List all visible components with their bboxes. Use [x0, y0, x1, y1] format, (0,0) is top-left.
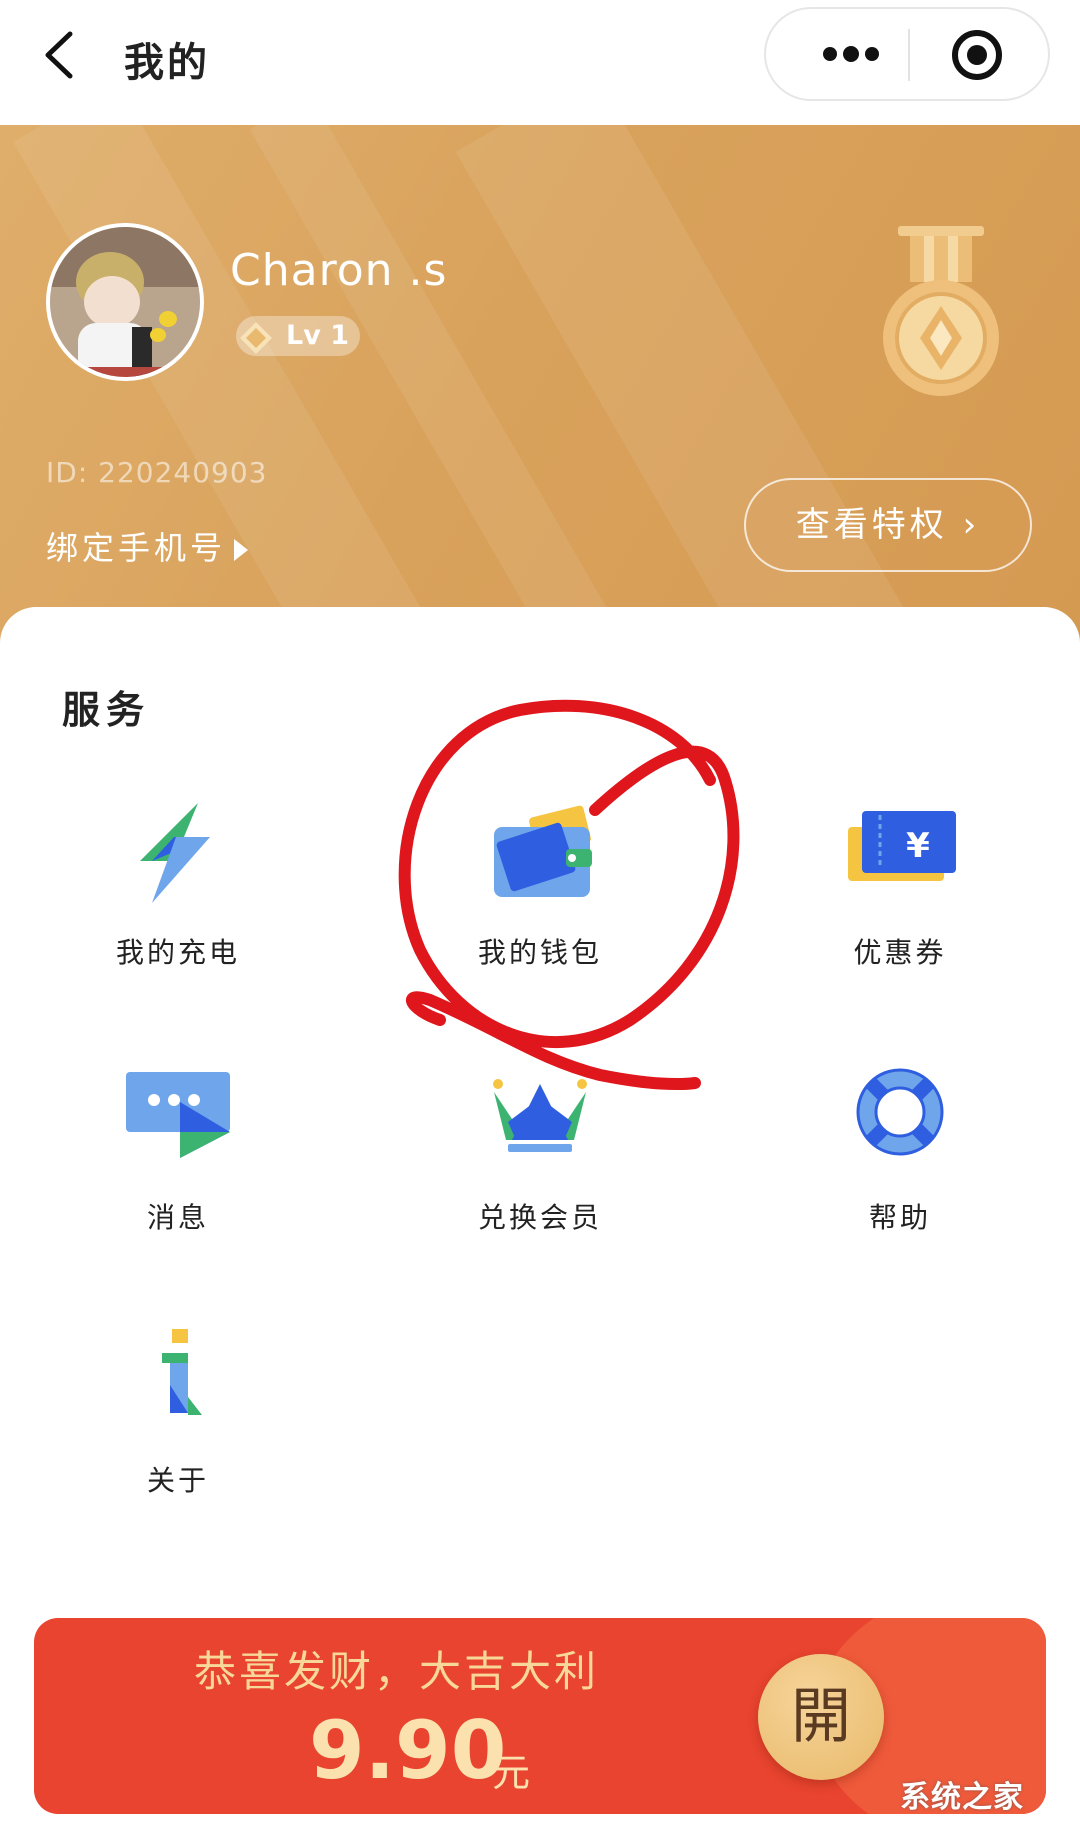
bind-phone-label: 绑定手机号 [46, 529, 227, 567]
services-title: 服务 [62, 688, 151, 732]
service-label: 关于 [146, 1464, 209, 1497]
service-label: 我的钱包 [477, 936, 602, 969]
caret-right-icon [234, 539, 249, 561]
message-icon [126, 1072, 230, 1158]
profile-header: Charon .s Lv 1 ID: 220240903 绑定手机号 查看特权 … [0, 125, 1080, 645]
service-my-charging[interactable]: 我的充电 [58, 797, 298, 997]
service-label: 兑换会员 [477, 1201, 602, 1234]
user-id: ID: 220240903 [46, 456, 268, 489]
banner-amount-unit: 元 [492, 1751, 531, 1795]
lightning-icon [140, 803, 210, 903]
service-label: 我的充电 [115, 936, 240, 969]
service-my-wallet[interactable]: 我的钱包 [420, 797, 660, 997]
service-label: 优惠券 [853, 936, 947, 969]
username: Charon .s [230, 245, 448, 296]
close-mini-program-button[interactable] [950, 28, 1004, 82]
level-text: Lv 1 [286, 320, 349, 351]
more-dots-icon [823, 46, 879, 62]
view-privileges-button[interactable]: 查看特权 › [744, 478, 1032, 572]
watermark: 系统之家 [900, 1780, 1024, 1815]
coupon-icon: ¥ [848, 811, 956, 881]
wallet-icon [494, 805, 592, 897]
red-packet-banner[interactable]: 恭喜发财，大吉大利 9.90 元 開 [34, 1618, 1046, 1814]
service-help[interactable]: 帮助 [780, 1062, 1020, 1262]
service-about[interactable]: 关于 [58, 1325, 298, 1525]
bind-phone-link[interactable]: 绑定手机号 [46, 523, 249, 569]
page-title: 我的 [124, 40, 210, 86]
service-label: 帮助 [868, 1201, 931, 1234]
info-icon [162, 1329, 202, 1415]
mini-program-capsule [764, 7, 1050, 101]
capsule-divider [908, 29, 910, 81]
svg-text:¥: ¥ [906, 826, 930, 866]
medal-icon [876, 220, 1006, 410]
open-red-packet-button[interactable]: 開 [758, 1654, 884, 1780]
more-button[interactable] [806, 31, 896, 77]
avatar[interactable] [46, 223, 204, 381]
service-messages[interactable]: 消息 [58, 1062, 298, 1262]
target-icon [952, 30, 1002, 80]
crown-icon [493, 1079, 587, 1152]
diamond-icon [240, 322, 272, 354]
nav-bar: 我的 [0, 0, 1080, 125]
level-badge: Lv 1 [236, 316, 360, 356]
service-coupons[interactable]: ¥ 优惠券 [780, 797, 1020, 997]
chevron-right-icon: › [962, 505, 981, 545]
banner-slogan: 恭喜发财，大吉大利 [194, 1647, 600, 1696]
service-label: 消息 [146, 1201, 209, 1234]
avatar-image [50, 227, 200, 377]
chevron-left-icon [45, 31, 73, 79]
lifebuoy-icon [856, 1068, 944, 1156]
back-button[interactable] [38, 28, 88, 82]
banner-amount: 9.90 [309, 1704, 507, 1797]
view-privileges-label: 查看特权 [795, 505, 948, 545]
service-redeem-membership[interactable]: 兑换会员 [420, 1062, 660, 1262]
